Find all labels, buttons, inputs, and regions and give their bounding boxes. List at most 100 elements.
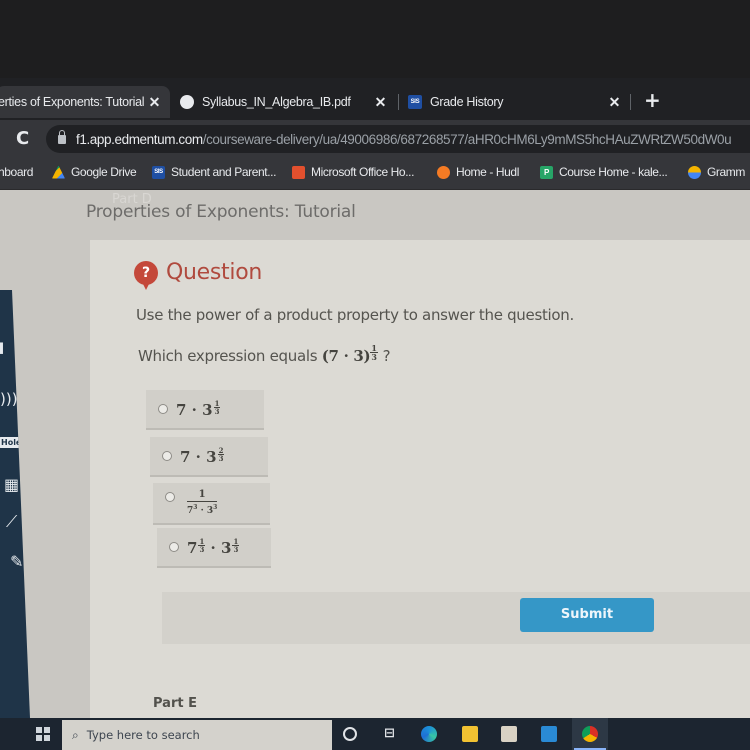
- url-host: f1.app.edmentum.com: [76, 131, 203, 147]
- mail-icon[interactable]: [541, 726, 557, 742]
- dot-operator: ·: [200, 506, 204, 516]
- store-icon[interactable]: [501, 726, 517, 742]
- search-placeholder: Type here to search: [86, 728, 200, 742]
- exponent-denominator: 3: [199, 544, 205, 554]
- base: 7: [176, 400, 187, 419]
- globe-icon: [180, 95, 194, 109]
- file-explorer-icon[interactable]: [462, 726, 478, 742]
- tab-separator: [630, 94, 631, 110]
- exponent: 13: [198, 538, 206, 554]
- bookmark-microsoft-office[interactable]: Microsoft Office Ho...: [292, 165, 414, 179]
- question-expression: (7 · 3) 1 3: [321, 344, 383, 365]
- calculator-icon[interactable]: ▦: [4, 475, 19, 494]
- windows-start-icon[interactable]: [36, 727, 50, 741]
- exponent: 23: [217, 447, 225, 463]
- close-tab-icon[interactable]: ✕: [375, 94, 387, 111]
- question-mark: ?: [382, 347, 391, 365]
- fraction-numerator: 1: [187, 489, 218, 502]
- address-bar[interactable]: f1.app.edmentum.com /courseware-delivery…: [46, 125, 750, 153]
- answer-option-c[interactable]: 1 73 · 33: [153, 483, 270, 525]
- cortana-icon[interactable]: [343, 727, 357, 741]
- exponent: 13: [213, 400, 221, 416]
- base: 7: [187, 538, 198, 557]
- tab-syllabus[interactable]: Syllabus_IN_Algebra_IB.pdf ✕: [180, 86, 396, 118]
- bookmark-label: hboard: [0, 165, 33, 179]
- reload-icon[interactable]: C: [16, 128, 29, 149]
- bookmark-hudl[interactable]: Home - Hudl: [437, 165, 519, 179]
- highlighter-icon[interactable]: ✎: [10, 552, 23, 571]
- audio-icon[interactable]: ))): [0, 390, 18, 408]
- hole-badge[interactable]: Hole: [0, 437, 25, 448]
- task-view-icon[interactable]: ⊟: [384, 726, 400, 742]
- option-expression: 7 · 313: [176, 400, 221, 419]
- radio-button[interactable]: [165, 492, 175, 502]
- bookmark-label: Microsoft Office Ho...: [311, 165, 415, 179]
- page-title: Properties of Exponents: Tutorial: [86, 202, 356, 222]
- sis-icon: SIS: [408, 95, 422, 109]
- question-prompt: Use the power of a product property to a…: [136, 306, 574, 324]
- lock-icon: [58, 129, 66, 144]
- office-icon: [292, 165, 305, 179]
- option-expression: 7 · 323: [180, 447, 225, 466]
- book-icon[interactable]: ▮: [0, 338, 4, 356]
- base: 3: [202, 400, 213, 419]
- option-expression: 1 73 · 33: [187, 489, 218, 517]
- bookmark-label: Gramm: [707, 165, 745, 179]
- bookmark-student-parent[interactable]: SIS Student and Parent...: [152, 165, 276, 179]
- hudl-icon: [437, 165, 450, 179]
- p-icon: P: [540, 165, 553, 179]
- submit-button[interactable]: Submit: [520, 598, 654, 632]
- close-tab-icon[interactable]: ✕: [609, 94, 621, 111]
- tab-properties-of-exponents[interactable]: erties of Exponents: Tutorial ✕: [0, 86, 170, 118]
- bookmark-google-drive[interactable]: Google Drive: [52, 165, 137, 179]
- new-tab-button[interactable]: +: [644, 88, 661, 112]
- bookmarks-bar: hboard Google Drive SIS Student and Pare…: [0, 158, 750, 190]
- browser-toolbar: C f1.app.edmentum.com /courseware-delive…: [0, 120, 750, 158]
- fraction-denominator: 73 · 33: [187, 502, 217, 517]
- bookmark-course-home[interactable]: P Course Home - kale...: [540, 165, 668, 179]
- tool-sidebar: ▮ ))) Hole ▦ ⟋ ✎: [0, 290, 30, 718]
- question-text: Which expression equals (7 · 3) 1 3 ?: [138, 344, 391, 365]
- chrome-icon[interactable]: [582, 726, 598, 742]
- exponent: 13: [232, 538, 240, 554]
- bookmark-dashboard[interactable]: hboard: [0, 165, 33, 179]
- close-tab-icon[interactable]: ✕: [149, 94, 161, 111]
- radio-button[interactable]: [169, 542, 179, 552]
- page-content: Part D Properties of Exponents: Tutorial…: [0, 190, 750, 718]
- edge-icon[interactable]: [421, 726, 437, 742]
- tab-grade-history[interactable]: SIS Grade History ✕: [408, 86, 630, 118]
- tab-label: erties of Exponents: Tutorial: [0, 95, 145, 109]
- part-e-heading[interactable]: Part E: [153, 696, 197, 711]
- question-heading: Question: [166, 260, 262, 285]
- google-drive-icon: [52, 165, 65, 179]
- exponent-denominator: 3: [233, 544, 239, 554]
- answer-option-a[interactable]: 7 · 313: [146, 390, 264, 430]
- screen: erties of Exponents: Tutorial ✕ Syllabus…: [0, 0, 750, 750]
- graph-icon[interactable]: ⟋: [6, 512, 17, 532]
- tab-label: Syllabus_IN_Algebra_IB.pdf: [202, 95, 351, 109]
- radio-button[interactable]: [158, 404, 168, 414]
- expression-base: (7 · 3): [321, 347, 371, 365]
- base: 3: [221, 538, 232, 557]
- exponent-denominator: 3: [218, 453, 224, 463]
- taskbar-search-box[interactable]: ⌕ Type here to search: [62, 720, 332, 750]
- question-icon: ?: [134, 260, 158, 290]
- grammarly-icon: [688, 165, 701, 179]
- bookmark-grammarly[interactable]: Gramm: [688, 165, 745, 179]
- exponent-denominator: 3: [214, 406, 220, 416]
- tab-label: Grade History: [430, 95, 504, 109]
- bookmark-label: Google Drive: [71, 165, 137, 179]
- expression-exponent: 13: [370, 344, 378, 361]
- dot-operator: ·: [191, 400, 197, 419]
- bookmark-label: Course Home - kale...: [559, 165, 668, 179]
- bookmark-label: Home - Hudl: [456, 165, 519, 179]
- answer-option-b[interactable]: 7 · 323: [150, 437, 268, 477]
- radio-button[interactable]: [162, 451, 172, 461]
- exponent: 3: [213, 504, 218, 511]
- tab-separator: [398, 94, 399, 110]
- bookmark-label: Student and Parent...: [171, 165, 277, 179]
- url-path: /courseware-delivery/ua/49006986/6872685…: [202, 131, 732, 147]
- search-icon: ⌕: [72, 727, 79, 742]
- answer-option-d[interactable]: 713 · 313: [157, 528, 271, 568]
- question-header: ? Question: [134, 260, 262, 290]
